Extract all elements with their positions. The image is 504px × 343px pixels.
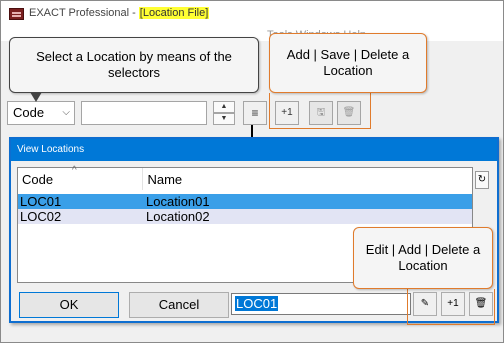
cancel-button[interactable]: Cancel: [129, 292, 229, 318]
code-field-value: LOC01: [235, 296, 279, 311]
table-row[interactable]: LOC02 Location02: [18, 209, 472, 224]
toolbar-highlight-frame: [269, 93, 371, 129]
file-label: [Location File]: [138, 7, 210, 19]
app-logo-icon: [9, 8, 24, 20]
combo-value: Code: [13, 105, 45, 120]
callout-select: Select a Location by means of the select…: [9, 37, 259, 102]
code-field[interactable]: LOC01: [231, 293, 411, 315]
refresh-icon[interactable]: ↻: [475, 171, 489, 189]
chevron-down-icon: ⌵: [62, 107, 70, 118]
dialog-buttons-highlight-frame: [407, 289, 495, 325]
dialog-title: View Locations: [11, 139, 497, 161]
sort-ascending-icon: ^: [72, 165, 77, 176]
app-name: EXACT Professional -: [29, 7, 136, 19]
grid-header: ^ Code Name: [18, 165, 472, 190]
column-header-name[interactable]: Name: [143, 168, 472, 190]
ok-button[interactable]: OK: [19, 292, 119, 318]
table-row[interactable]: LOC01 Location01: [18, 194, 472, 209]
filter-button[interactable]: ≡: [243, 101, 267, 125]
window-title: EXACT Professional - [Location File]: [29, 7, 210, 19]
column-header-code[interactable]: ^ Code: [18, 165, 144, 190]
search-input[interactable]: [81, 101, 207, 125]
spin-down-button[interactable]: ▼: [213, 113, 235, 125]
callout-edit-add-delete: Edit | Add | Delete a Location: [353, 227, 493, 289]
selector-combo[interactable]: Code ⌵: [7, 101, 75, 125]
spin-up-button[interactable]: ▲: [213, 101, 235, 113]
callout-add-save-delete: Add | Save | Delete a Location: [269, 33, 427, 93]
